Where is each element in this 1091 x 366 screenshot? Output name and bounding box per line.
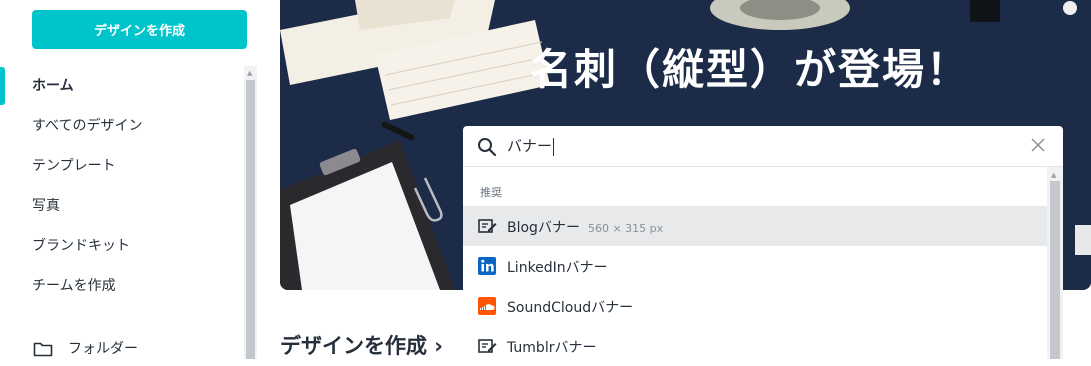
edit-icon bbox=[478, 219, 497, 233]
sidebar-item-folders[interactable]: フォルダー bbox=[68, 339, 138, 359]
sidebar-item-templates[interactable]: テンプレート bbox=[32, 156, 116, 176]
suggestion-label: Blogバナー 560 × 315 px bbox=[507, 217, 663, 237]
sidebar: デザインを作成 ホーム すべてのデザイン テンプレート 写真 ブランドキット チ… bbox=[0, 0, 262, 359]
edit-icon bbox=[478, 339, 497, 353]
suggestions-scrollbar[interactable]: ▲ bbox=[1047, 167, 1063, 359]
search-box[interactable]: バナー bbox=[463, 126, 1063, 167]
suggestions-scroll-thumb[interactable] bbox=[1050, 181, 1060, 359]
soundcloud-icon bbox=[478, 297, 496, 315]
sidebar-item-brand-kit[interactable]: ブランドキット bbox=[32, 236, 130, 256]
create-design-button[interactable]: デザインを作成 bbox=[32, 10, 247, 49]
sidebar-item-all-designs[interactable]: すべてのデザイン bbox=[32, 116, 142, 136]
suggestion-name: Tumblrバナー bbox=[507, 340, 597, 356]
sidebar-scroll-thumb[interactable] bbox=[246, 80, 255, 359]
sidebar-item-home[interactable]: ホーム bbox=[32, 76, 74, 96]
scroll-up-arrow-icon[interactable]: ▲ bbox=[1051, 171, 1056, 179]
suggestion-name: LinkedInバナー bbox=[507, 260, 608, 276]
search-input-value: バナー bbox=[507, 137, 553, 155]
hero-title: 名刺（縦型）が登場！ bbox=[530, 45, 971, 94]
suggestion-soundcloud-banner[interactable]: SoundCloudバナー bbox=[463, 286, 1047, 326]
scroll-up-arrow-icon[interactable]: ▲ bbox=[247, 69, 252, 77]
suggestion-name: Blogバナー bbox=[507, 220, 580, 236]
suggestion-linkedin-banner[interactable]: LinkedInバナー bbox=[463, 246, 1047, 286]
suggestion-blog-banner[interactable]: Blogバナー 560 × 315 px bbox=[463, 206, 1047, 246]
sidebar-item-create-team[interactable]: チームを作成 bbox=[32, 276, 116, 296]
suggestions-heading: 推奨 bbox=[480, 186, 502, 199]
close-icon[interactable] bbox=[1030, 137, 1046, 153]
search-input[interactable]: バナー bbox=[507, 135, 555, 156]
linkedin-icon bbox=[478, 257, 496, 275]
sidebar-scrollbar[interactable]: ▲ bbox=[244, 66, 257, 359]
active-indicator bbox=[0, 67, 5, 105]
text-caret bbox=[553, 137, 555, 156]
suggestion-tumblr-banner[interactable]: Tumblrバナー bbox=[463, 326, 1047, 366]
suggestion-name: SoundCloudバナー bbox=[507, 300, 634, 316]
search-icon bbox=[478, 138, 497, 157]
sidebar-item-photos[interactable]: 写真 bbox=[32, 196, 60, 216]
folder-icon bbox=[33, 342, 53, 357]
create-design-heading[interactable]: デザインを作成 › bbox=[280, 330, 443, 360]
search-suggestions-dropdown: 推奨 Blogバナー 560 × 315 px LinkedInバナー Sound… bbox=[463, 167, 1063, 359]
suggestion-size: 560 × 315 px bbox=[587, 222, 664, 235]
